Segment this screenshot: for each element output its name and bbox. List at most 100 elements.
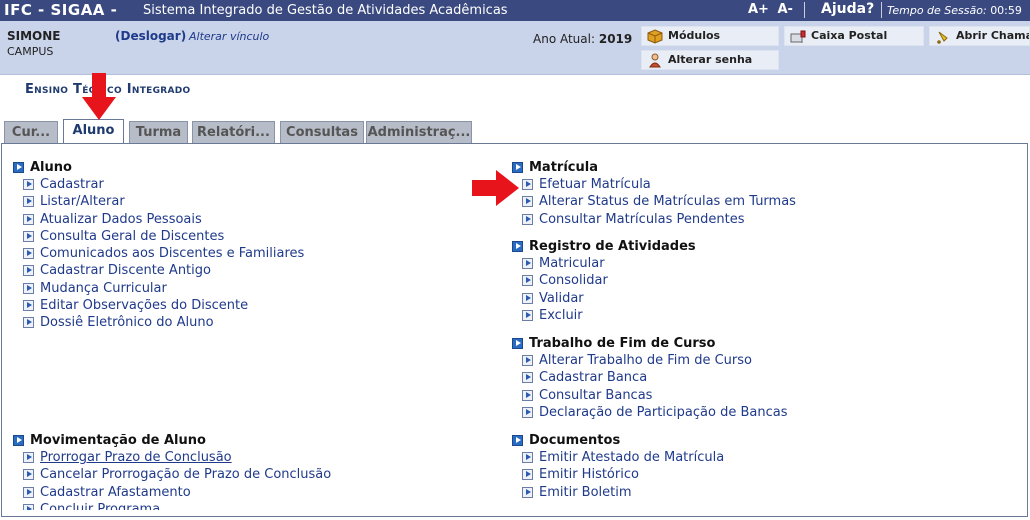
modules-button[interactable]: Módulos (641, 26, 779, 46)
menu-item-label: Emitir Histórico (539, 467, 639, 483)
tab-consultas[interactable]: Consultas (280, 121, 364, 144)
menu-item-consolidar[interactable]: Consolidar (512, 272, 992, 289)
menu-item-matriculas-pendentes[interactable]: Consultar Matrículas Pendentes (512, 211, 992, 228)
arrow-bullet-icon (23, 265, 34, 277)
menu-item-label: Alterar Trabalho de Fim de Curso (539, 353, 752, 368)
group-bullet-icon (512, 338, 523, 349)
bell-icon (937, 31, 948, 44)
change-link[interactable]: Alterar vínculo (189, 30, 269, 43)
arrow-bullet-icon (23, 300, 34, 312)
menu-item-label: Declaração de Participação de Bancas (539, 404, 788, 420)
menu-group-matricula: Matrícula Efetuar Matrícula Alterar Stat… (512, 159, 992, 228)
user-campus: CAMPUS (7, 45, 54, 58)
user-name: SIMONE (7, 29, 61, 43)
cube-icon (647, 29, 663, 44)
menu-item-consulta-geral[interactable]: Consulta Geral de Discentes (13, 228, 433, 245)
group-header: Aluno (13, 159, 433, 176)
current-year: Ano Atual: 2019 (533, 32, 632, 46)
menu-item-label: Cancelar Prorrogação de Prazo de Conclus… (40, 467, 332, 483)
top-bar: IFC - SIGAA - Sistema Integrado de Gestã… (0, 0, 1030, 21)
arrow-bullet-icon (23, 486, 34, 498)
menu-item-cadastrar-afastamento[interactable]: Cadastrar Afastamento (13, 484, 433, 501)
group-bullet-icon (13, 162, 24, 173)
menu-item-label: Emitir Atestado de Matrícula (539, 450, 725, 465)
menu-group-registro: Registro de Atividades Matricular Consol… (512, 238, 992, 324)
menu-item-cancelar-prorrogacao[interactable]: Cancelar Prorrogação de Prazo de Conclus… (13, 466, 433, 483)
arrow-bullet-icon (23, 452, 34, 463)
menu-item-consultar-bancas[interactable]: Consultar Bancas (512, 387, 992, 404)
menu-item-matricular[interactable]: Matricular (512, 255, 992, 272)
menu-item-boletim[interactable]: Emitir Boletim (512, 484, 992, 501)
font-increase-button[interactable]: A+ (748, 2, 769, 17)
menu-item-listar-alterar[interactable]: Listar/Alterar (13, 193, 433, 210)
menu-item-atualizar-dados[interactable]: Atualizar Dados Pessoais (13, 211, 433, 228)
font-decrease-button[interactable]: A- (778, 2, 793, 17)
menu-item-atestado-matricula[interactable]: Emitir Atestado de Matrícula (512, 449, 992, 466)
arrow-bullet-icon (23, 317, 34, 329)
menu-item-dossie[interactable]: Dossiê Eletrônico do Aluno (13, 314, 433, 331)
menu-item-validar[interactable]: Validar (512, 290, 992, 307)
logout-link[interactable]: (Deslogar) (115, 29, 186, 43)
red-arrow-right-icon (472, 170, 519, 206)
menu-group-tcc: Trabalho de Fim de Curso Alterar Trabalh… (512, 335, 992, 421)
arrow-bullet-icon (522, 355, 533, 366)
menu-item-editar-observacoes[interactable]: Editar Observações do Discente (13, 297, 433, 314)
menu-item-label: Mudança Curricular (40, 280, 167, 296)
tab-relatorios[interactable]: Relatóri... (192, 121, 275, 144)
red-arrow-down-icon (82, 73, 116, 120)
help-link[interactable]: Ajuda? (821, 1, 874, 17)
menu-item-efetuar-matricula[interactable]: Efetuar Matrícula (512, 176, 992, 193)
separator (804, 2, 805, 18)
arrow-bullet-icon (23, 282, 34, 294)
menu-item-discente-antigo[interactable]: Cadastrar Discente Antigo (13, 262, 433, 279)
year-value: 2019 (598, 32, 633, 46)
menu-item-historico[interactable]: Emitir Histórico (512, 466, 992, 483)
user-info-bar: SIMONE CAMPUS (Deslogar) Alterar vínculo… (0, 21, 1030, 75)
group-title: Matrícula (529, 160, 598, 175)
arrow-bullet-icon (23, 230, 34, 242)
system-name: Sistema Integrado de Gestão de Atividade… (143, 3, 508, 18)
menu-item-label: Emitir Boletim (539, 484, 632, 500)
tab-turma[interactable]: Turma (129, 121, 188, 144)
group-title: Documentos (529, 433, 621, 448)
menu-item-label: Dossiê Eletrônico do Aluno (40, 315, 214, 331)
year-label: Ano Atual: (533, 32, 596, 46)
arrow-bullet-icon (522, 469, 533, 481)
menu-item-alterar-status[interactable]: Alterar Status de Matrículas em Turmas (512, 193, 992, 210)
menu-item-label: Consolidar (539, 273, 608, 289)
arrow-bullet-icon (23, 179, 34, 190)
open-ticket-button[interactable]: Abrir Chamado (929, 26, 1030, 46)
change-password-button[interactable]: Alterar senha (641, 50, 779, 70)
menu-item-cadastrar[interactable]: Cadastrar (13, 176, 433, 193)
group-header: Movimentação de Aluno (13, 432, 433, 449)
arrow-bullet-icon (522, 258, 533, 269)
group-title: Movimentação de Aluno (30, 433, 206, 448)
tab-administracao[interactable]: Administraç... (366, 121, 472, 144)
group-title: Aluno (30, 160, 72, 175)
menu-item-label: Cadastrar Discente Antigo (40, 263, 211, 279)
separator (881, 2, 882, 18)
tab-aluno[interactable]: Aluno (63, 119, 124, 144)
menu-item-concluir-programa[interactable]: Concluir Programa (13, 501, 433, 510)
menu-item-excluir[interactable]: Excluir (512, 307, 992, 324)
menu-item-alterar-tfc[interactable]: Alterar Trabalho de Fim de Curso (512, 352, 992, 369)
menu-item-label: Alterar Status de Matrículas em Turmas (539, 194, 796, 210)
menu-item-prorrogar-prazo[interactable]: Prorrogar Prazo de Conclusão (13, 449, 433, 466)
menu-item-mudanca-curricular[interactable]: Mudança Curricular (13, 280, 433, 297)
menu-group-documentos: Documentos Emitir Atestado de Matrícula … (512, 432, 992, 501)
arrow-bullet-icon (23, 196, 34, 208)
group-title: Trabalho de Fim de Curso (529, 336, 716, 351)
menu-item-label: Editar Observações do Discente (40, 298, 249, 314)
menu-item-label: Excluir (539, 307, 583, 323)
menu-group-aluno: Aluno Cadastrar Listar/Alterar Atualizar… (13, 159, 433, 332)
modules-label: Módulos (668, 29, 721, 42)
menu-item-label: Consultar Bancas (539, 387, 653, 403)
tab-cursos[interactable]: Cur... (4, 121, 58, 144)
menu-group-movimentacao: Movimentação de Aluno Prorrogar Prazo de… (13, 432, 433, 510)
menu-item-comunicados[interactable]: Comunicados aos Discentes e Familiares (13, 245, 433, 262)
session-time: 00:59 (990, 4, 1022, 17)
menu-item-declaracao-bancas[interactable]: Declaração de Participação de Bancas (512, 404, 992, 421)
menu-item-cadastrar-banca[interactable]: Cadastrar Banca (512, 369, 992, 386)
group-header: Documentos (512, 432, 992, 449)
mailbox-button[interactable]: Caixa Postal (784, 26, 924, 46)
